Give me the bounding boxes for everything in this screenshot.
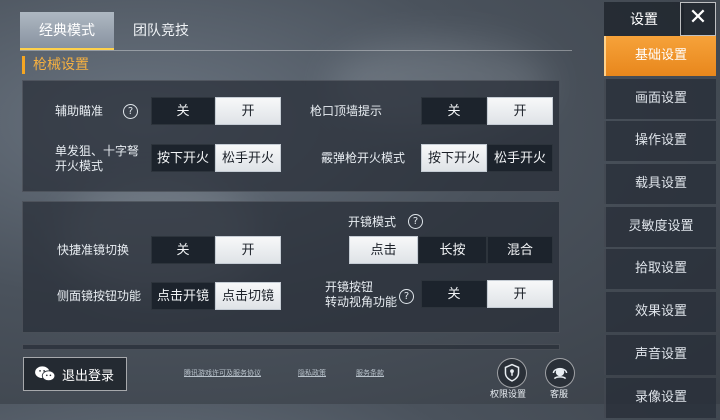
sidebar-item-replay[interactable]: 录像设置 bbox=[604, 377, 716, 418]
aim-assist-on-button[interactable]: 开 bbox=[215, 97, 281, 125]
aim-assist-toggle: 关 开 bbox=[151, 97, 281, 125]
sidebar-item-vehicle[interactable]: 载具设置 bbox=[604, 164, 716, 205]
sidebar-item-sensitivity[interactable]: 灵敏度设置 bbox=[604, 206, 716, 247]
shield-icon bbox=[504, 363, 520, 382]
scope-turn-label-line1: 开镜按钮 bbox=[325, 280, 374, 294]
scope-mode-hold-button[interactable]: 长按 bbox=[418, 236, 487, 264]
wall-hint-on-button[interactable]: 开 bbox=[487, 97, 553, 125]
sidebar-item-graphics[interactable]: 画面设置 bbox=[604, 78, 716, 119]
tabs-divider bbox=[20, 50, 572, 51]
scope-mode-tap-button[interactable]: 点击 bbox=[349, 236, 418, 264]
single-fire-mode-toggle: 按下开火 松手开火 bbox=[151, 144, 281, 172]
wall-hint-label: 枪口顶墙提示 bbox=[310, 104, 383, 118]
sidebar-item-pickup[interactable]: 拾取设置 bbox=[604, 249, 716, 290]
single-fire-press-button[interactable]: 按下开火 bbox=[151, 144, 215, 172]
scope-turn-label: 开镜按钮 转动视角功能 bbox=[325, 280, 397, 310]
wechat-icon bbox=[35, 366, 56, 382]
single-fire-label-line2: 开火模式 bbox=[55, 159, 104, 173]
scope-turn-on-button[interactable]: 开 bbox=[487, 280, 553, 308]
single-fire-release-button[interactable]: 松手开火 bbox=[215, 144, 281, 172]
logout-button[interactable]: 退出登录 bbox=[23, 357, 127, 391]
settings-sidebar: 基础设置 画面设置 操作设置 载具设置 灵敏度设置 拾取设置 效果设置 声音设置… bbox=[604, 36, 716, 420]
permission-settings-button[interactable] bbox=[497, 358, 527, 388]
scope-mode-selector: 点击 长按 混合 bbox=[349, 236, 553, 264]
tab-team-deathmatch[interactable]: 团队竞技 bbox=[114, 12, 208, 50]
single-fire-label: 单发狙、十字弩 开火模式 bbox=[55, 144, 139, 174]
sidebar-item-effects[interactable]: 效果设置 bbox=[604, 292, 716, 333]
aim-assist-help-icon[interactable]: ? bbox=[123, 104, 138, 119]
weapon-settings-panel-3 bbox=[22, 344, 560, 350]
sidebar-item-controls[interactable]: 操作设置 bbox=[604, 121, 716, 162]
tab-classic-mode[interactable]: 经典模式 bbox=[20, 12, 114, 50]
headset-icon bbox=[552, 367, 568, 380]
scope-mode-mixed-button[interactable]: 混合 bbox=[487, 236, 553, 264]
shotgun-fire-mode-toggle: 按下开火 松手开火 bbox=[421, 144, 553, 172]
permission-settings-label: 权限设置 bbox=[490, 390, 527, 400]
scope-turn-label-line2: 转动视角功能 bbox=[325, 295, 398, 309]
sidebar-item-basic[interactable]: 基础设置 bbox=[604, 36, 716, 76]
close-button[interactable]: ✕ bbox=[680, 2, 716, 36]
scope-mode-help-icon[interactable]: ? bbox=[408, 214, 423, 229]
customer-service-button[interactable] bbox=[545, 358, 575, 388]
weapon-settings-panel-1: 辅助瞄准 ? 关 开 枪口顶墙提示 关 开 单发狙、十字弩 开火模式 按下开火 … bbox=[22, 80, 560, 192]
aim-assist-label: 辅助瞄准 bbox=[55, 104, 104, 118]
scope-turn-off-button[interactable]: 关 bbox=[421, 280, 487, 308]
side-scope-switch-button[interactable]: 点击切镜 bbox=[215, 282, 281, 310]
terms-of-service-link[interactable]: 服务条款 bbox=[356, 368, 384, 378]
shotgun-fire-label: 霰弹枪开火模式 bbox=[321, 151, 406, 165]
quick-scope-on-button[interactable]: 开 bbox=[215, 236, 281, 264]
side-scope-label: 侧面镜按钮功能 bbox=[57, 289, 142, 303]
license-agreement-link[interactable]: 腾讯游戏许可及服务协议 bbox=[184, 368, 261, 378]
side-scope-toggle: 点击开镜 点击切镜 bbox=[151, 282, 281, 310]
close-icon: ✕ bbox=[688, 5, 708, 30]
aim-assist-off-button[interactable]: 关 bbox=[151, 97, 215, 125]
single-fire-label-line1: 单发狙、十字弩 bbox=[55, 144, 140, 158]
customer-service-label: 客服 bbox=[550, 390, 569, 400]
wall-hint-toggle: 关 开 bbox=[421, 97, 553, 125]
wall-hint-off-button[interactable]: 关 bbox=[421, 97, 487, 125]
side-scope-open-button[interactable]: 点击开镜 bbox=[151, 282, 215, 310]
quick-scope-off-button[interactable]: 关 bbox=[151, 236, 215, 264]
weapon-settings-panel-2: 开镜模式 ? 点击 长按 混合 快捷准镜切换 关 开 侧面镜按钮功能 点击开镜 … bbox=[22, 201, 560, 333]
scope-turn-toggle: 关 开 bbox=[421, 280, 553, 308]
scope-mode-label: 开镜模式 bbox=[348, 215, 397, 229]
quick-scope-toggle: 关 开 bbox=[151, 236, 281, 264]
shotgun-fire-release-button[interactable]: 松手开火 bbox=[487, 144, 553, 172]
section-title: 枪械设置 bbox=[22, 56, 89, 74]
mode-tabs: 经典模式 团队竞技 bbox=[20, 12, 208, 50]
privacy-policy-link[interactable]: 隐私政策 bbox=[298, 368, 326, 378]
sidebar-item-sound[interactable]: 声音设置 bbox=[604, 334, 716, 375]
settings-title: 设置 bbox=[604, 2, 684, 38]
logout-label: 退出登录 bbox=[62, 368, 115, 384]
quick-scope-label: 快捷准镜切换 bbox=[57, 243, 130, 257]
shotgun-fire-press-button[interactable]: 按下开火 bbox=[421, 144, 487, 172]
scope-turn-help-icon[interactable]: ? bbox=[399, 289, 414, 304]
